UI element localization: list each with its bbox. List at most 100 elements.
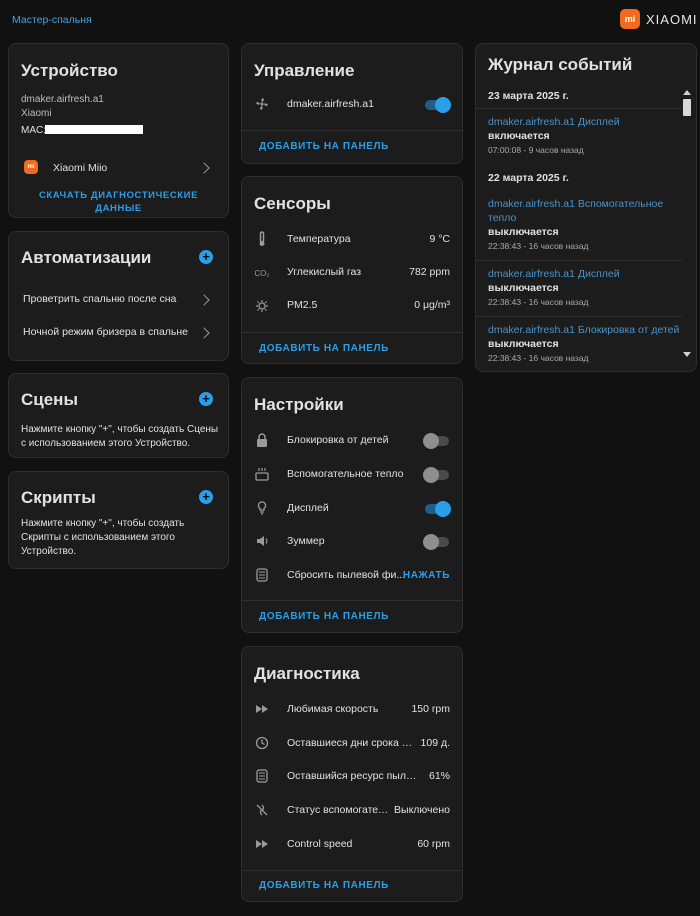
- filter-icon: [254, 768, 270, 784]
- automation-item-label: Ночной режим бризера в спальне: [23, 326, 189, 338]
- scripts-hint-line3: Устройство.: [21, 546, 77, 557]
- sensor-label: Температура: [287, 233, 351, 245]
- chevron-right-icon: [198, 294, 210, 306]
- log-entry[interactable]: dmaker.airfresh.a1 Блокировка от детей в…: [488, 323, 688, 363]
- automations-card: Автоматизации + Проветрить спальню после…: [8, 231, 229, 361]
- divider: [242, 332, 462, 333]
- control-card: Управление dmaker.airfresh.a1 ДОБАВИТЬ Н…: [241, 43, 463, 164]
- scroll-down-arrow-icon[interactable]: [683, 352, 691, 357]
- control-title: Управление: [254, 61, 355, 80]
- log-entry-title: dmaker.airfresh.a1 Дисплей: [488, 116, 620, 128]
- diagnostic-value: 61%: [428, 770, 450, 782]
- add-automation-button[interactable]: +: [199, 250, 213, 264]
- log-entry-title: dmaker.airfresh.a1 Блокировка от детей: [488, 324, 680, 336]
- control-add-to-dashboard-button[interactable]: ДОБАВИТЬ НА ПАНЕЛЬ: [259, 141, 389, 152]
- scroll-up-arrow-icon[interactable]: [683, 90, 691, 95]
- scenes-hint: Нажмите кнопку "+", чтобы создать Сцены …: [21, 423, 218, 451]
- automation-item[interactable]: Ночной режим бризера в спальне: [9, 321, 228, 343]
- diagnostic-label: Любимая скорость: [287, 703, 379, 715]
- settings-card: Настройки Блокировка от детей Вспомогате…: [241, 377, 463, 633]
- diagnostics-title: Диагностика: [254, 664, 360, 683]
- log-entry-state: выключается: [488, 226, 559, 238]
- integration-label: Xiaomi Miio: [53, 162, 108, 174]
- diagnostic-label: Control speed: [287, 838, 353, 850]
- device-card: Устройство dmaker.airfresh.a1 Xiaomi MAC…: [8, 43, 229, 218]
- fast-forward-icon: [254, 701, 270, 717]
- breadcrumb-title[interactable]: Мастер-спальня: [12, 14, 92, 26]
- sensors-card: Сенсоры Температура 9 °C CO₂ Углекислый …: [241, 176, 463, 364]
- heater-off-icon: [254, 802, 270, 818]
- mac-redacted: [45, 125, 143, 134]
- automations-title: Автоматизации: [21, 248, 152, 267]
- reset-filter-label: Сбросить пылевой фи...: [287, 569, 406, 581]
- reset-filter-press-button[interactable]: НАЖАТЬ: [403, 570, 450, 581]
- divider: [476, 316, 682, 317]
- scenes-title: Сцены: [21, 390, 78, 409]
- setting-label: Дисплей: [287, 502, 329, 514]
- log-entry[interactable]: dmaker.airfresh.a1 Дисплей включается 07…: [488, 115, 678, 155]
- scrollbar-thumb[interactable]: [683, 99, 691, 116]
- automation-item[interactable]: Проветрить спальню после сна: [9, 288, 228, 310]
- log-entry[interactable]: dmaker.airfresh.a1 Дисплей выключается 2…: [488, 267, 678, 307]
- settings-add-to-dashboard-button[interactable]: ДОБАВИТЬ НА ПАНЕЛЬ: [259, 611, 389, 622]
- divider: [242, 130, 462, 131]
- scripts-title: Скрипты: [21, 488, 96, 507]
- diagnostic-value: 150 rpm: [411, 703, 450, 715]
- download-diagnostics-line2: ДАННЫЕ: [95, 203, 142, 214]
- scenes-card: Сцены + Нажмите кнопку "+", чтобы создат…: [8, 373, 229, 458]
- add-script-button[interactable]: +: [199, 490, 213, 504]
- display-toggle[interactable]: [425, 501, 451, 517]
- aux-heat-toggle[interactable]: [423, 467, 449, 483]
- brand-name: XIAOMI: [646, 12, 698, 27]
- log-entry-time: 22:38:43 - 16 часов назад: [488, 353, 589, 363]
- setting-label: Зуммер: [287, 535, 325, 547]
- device-model: dmaker.airfresh.a1: [21, 94, 104, 105]
- diagnostic-label: Оставшийся ресурс пылево...: [287, 770, 417, 782]
- sensor-value: 782 ppm: [409, 266, 450, 278]
- lightbulb-icon: [254, 500, 270, 516]
- add-scene-button[interactable]: +: [199, 392, 213, 406]
- chevron-right-icon: [198, 327, 210, 339]
- scripts-hint-line1: Нажмите кнопку "+", чтобы создать: [21, 518, 185, 529]
- xiaomi-icon: mi: [24, 160, 38, 174]
- diagnostic-value: 60 rpm: [417, 838, 450, 850]
- filter-icon: [254, 567, 270, 583]
- control-entity-label: dmaker.airfresh.a1: [287, 98, 374, 110]
- log-entry-time: 22:38:43 - 16 часов назад: [488, 297, 589, 307]
- sensors-add-to-dashboard-button[interactable]: ДОБАВИТЬ НА ПАНЕЛЬ: [259, 343, 389, 354]
- download-diagnostics-button[interactable]: СКАЧАТЬ ДИАГНОСТИЧЕСКИЕ ДАННЫЕ: [9, 189, 228, 215]
- log-entry-state: выключается: [488, 338, 559, 350]
- child-lock-toggle[interactable]: [423, 433, 449, 449]
- heater-icon: [254, 466, 270, 482]
- thermometer-icon: [254, 231, 270, 247]
- divider: [476, 260, 682, 261]
- log-date-header: 22 марта 2025 г.: [488, 172, 569, 184]
- scripts-hint: Нажмите кнопку "+", чтобы создать Скрипт…: [21, 517, 184, 559]
- control-entity-toggle[interactable]: [425, 97, 451, 113]
- log-entry-state: выключается: [488, 282, 559, 294]
- device-manufacturer: Xiaomi: [21, 108, 52, 119]
- log-entry-time: 22:38:43 - 16 часов назад: [488, 241, 589, 251]
- integration-row[interactable]: mi Xiaomi Miio: [9, 156, 228, 180]
- automation-item-label: Проветрить спальню после сна: [23, 293, 177, 305]
- brand-logo: mi: [620, 9, 640, 29]
- clock-icon: [254, 735, 270, 751]
- logbook-scrollbar[interactable]: [682, 90, 692, 360]
- buzzer-toggle[interactable]: [423, 534, 449, 550]
- log-entry-title: dmaker.airfresh.a1 Дисплей: [488, 268, 620, 280]
- divider: [476, 108, 682, 109]
- fast-forward-icon: [254, 836, 270, 852]
- chevron-right-icon: [198, 162, 210, 174]
- setting-label: Вспомогательное тепло: [287, 468, 404, 480]
- log-entry[interactable]: dmaker.airfresh.a1 Вспомогательное тепло…: [488, 197, 678, 251]
- volume-icon: [254, 533, 270, 549]
- log-entry-title: dmaker.airfresh.a1 Вспомогательное тепло: [488, 198, 664, 224]
- device-card-title: Устройство: [21, 61, 118, 80]
- divider: [242, 870, 462, 871]
- co2-icon: CO₂: [254, 268, 270, 278]
- lock-icon: [254, 432, 270, 448]
- sensors-title: Сенсоры: [254, 194, 331, 213]
- diagnostics-add-to-dashboard-button[interactable]: ДОБАВИТЬ НА ПАНЕЛЬ: [259, 880, 389, 891]
- diagnostic-value: 109 д.: [420, 737, 450, 749]
- setting-label: Блокировка от детей: [287, 434, 389, 446]
